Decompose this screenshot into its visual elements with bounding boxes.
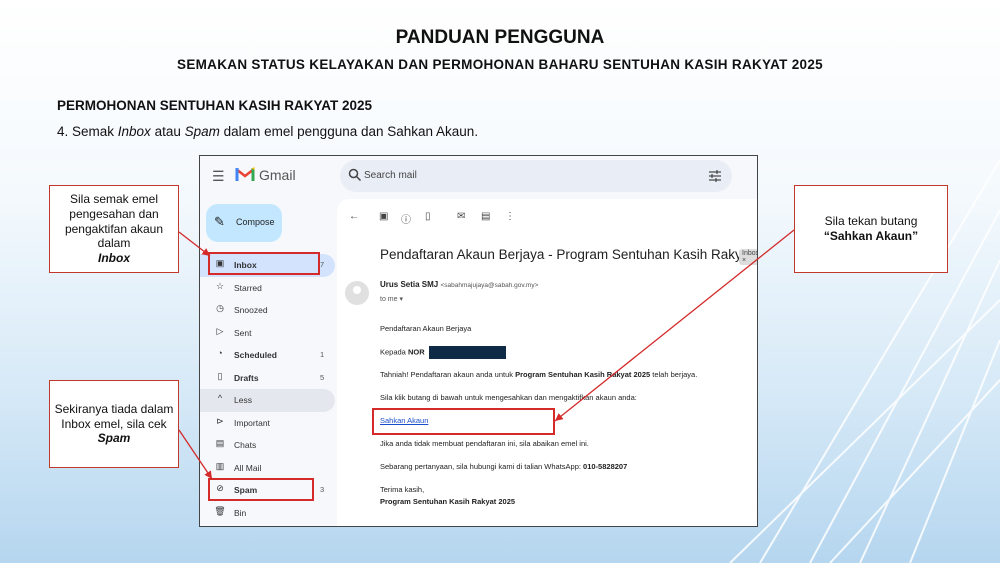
move-to-icon[interactable]: ▤ — [481, 211, 490, 222]
sidebar-item-all-mail[interactable]: ▥ All Mail — [200, 457, 335, 480]
sidebar-item-starred[interactable]: ☆ Starred — [200, 277, 335, 300]
email-view: ← ▣ ⓘ ▯ ✉ ▤ ⋮ Pendaftaran Akaun Berjaya … — [337, 199, 758, 526]
sahkan-akaun-highlight-box — [372, 408, 555, 435]
email-body-line: Sebarang pertanyaan, sila hubungi kami d… — [380, 462, 628, 471]
email-signature: Program Sentuhan Kasih Rakyat 2025 — [380, 497, 516, 506]
compose-button[interactable]: ✎ Compose — [206, 204, 282, 242]
chevron-up-icon: ^ — [217, 393, 223, 403]
sidebar-item-important[interactable]: ⊳ Important — [200, 412, 335, 435]
section-heading: PERMOHONAN SENTUHAN KASIH RAKYAT 2025 — [57, 98, 373, 113]
inbox-highlight-box — [208, 252, 320, 275]
inbox-label-badge[interactable]: Inbox × — [739, 249, 757, 265]
sidebar-item-drafts[interactable]: ▯ Drafts 5 — [200, 367, 335, 390]
email-body-line: Jika anda tidak membuat pendaftaran ini,… — [380, 439, 589, 448]
more-options-icon[interactable]: ⋮ — [505, 211, 515, 222]
search-icon[interactable] — [348, 168, 362, 182]
search-options-icon[interactable] — [708, 169, 722, 183]
draft-icon: ▯ — [217, 370, 223, 381]
email-sender: Urus Setia SMJ <sabahmajujaya@sabah.gov.… — [380, 280, 539, 289]
email-recipient[interactable]: to me ▾ — [380, 295, 403, 303]
archive-icon[interactable]: ▣ — [379, 211, 388, 222]
email-body-line: Terima kasih, — [380, 485, 425, 494]
star-icon: ☆ — [215, 280, 225, 291]
mark-unread-icon[interactable]: ✉ — [457, 211, 465, 222]
chat-icon: ▤ — [215, 438, 225, 448]
sidebar-item-snoozed[interactable]: ◷ Snoozed — [200, 299, 335, 322]
email-greeting: Kepada NOR — [380, 346, 506, 359]
callout-inbox: Sila semak emel pengesahan dan pengaktif… — [49, 185, 179, 273]
compose-label: Compose — [236, 217, 275, 227]
send-icon: ▷ — [216, 325, 224, 336]
avatar — [345, 281, 369, 305]
sidebar-item-bin[interactable]: 🗑︎ Bin — [200, 502, 335, 525]
spam-highlight-box — [208, 478, 314, 501]
sidebar-item-sent[interactable]: ▷ Sent — [200, 322, 335, 345]
report-icon[interactable]: ⓘ — [401, 211, 411, 226]
pencil-icon: ✎ — [214, 214, 225, 229]
sidebar-item-less[interactable]: ^ Less — [200, 389, 335, 412]
redacted-name-block — [428, 346, 506, 359]
email-body-line: Sila klik butang di bawah untuk mengesah… — [380, 393, 637, 402]
page-subtitle: SEMAKAN STATUS KELAYAKAN DAN PERMOHONAN … — [177, 57, 823, 72]
email-body-line: Pendaftaran Akaun Berjaya — [380, 324, 472, 333]
page-title: PANDUAN PENGGUNA — [395, 27, 605, 48]
gmail-screenshot: ☰ Gmail Search mail ✎ Compose ▣ Inbox 7 ☆ S… — [199, 155, 758, 527]
clock-icon: ◷ — [216, 303, 224, 313]
sidebar-item-scheduled[interactable]: ◔ Scheduled 1 — [200, 344, 335, 367]
all-mail-icon: ▥ — [215, 460, 225, 471]
callout-sahkan-akaun: Sila tekan butang “Sahkan Akaun” — [794, 185, 948, 273]
bin-icon: 🗑︎ — [214, 505, 226, 516]
hamburger-menu-icon[interactable]: ☰ — [212, 168, 225, 185]
search-bar[interactable]: Search mail — [340, 160, 732, 192]
delete-icon[interactable]: ▯ — [425, 211, 431, 222]
email-body-line: Tahniah! Pendaftaran akaun anda untuk Pr… — [380, 370, 698, 379]
sidebar-item-chats[interactable]: ▤ Chats — [200, 434, 335, 457]
gmail-logo-icon — [235, 167, 255, 181]
step-instruction: 4. Semak Inbox atau Spam dalam emel peng… — [57, 124, 479, 139]
back-arrow-icon[interactable]: ← — [349, 211, 359, 222]
search-input[interactable]: Search mail — [364, 170, 417, 181]
scheduled-icon: ◔ — [217, 348, 223, 358]
important-icon: ⊳ — [216, 415, 224, 426]
callout-spam: Sekiranya tiada dalam Inbox emel, sila c… — [49, 380, 179, 468]
gmail-app-name: Gmail — [259, 167, 296, 183]
email-subject: Pendaftaran Akaun Berjaya - Program Sent… — [380, 247, 758, 262]
